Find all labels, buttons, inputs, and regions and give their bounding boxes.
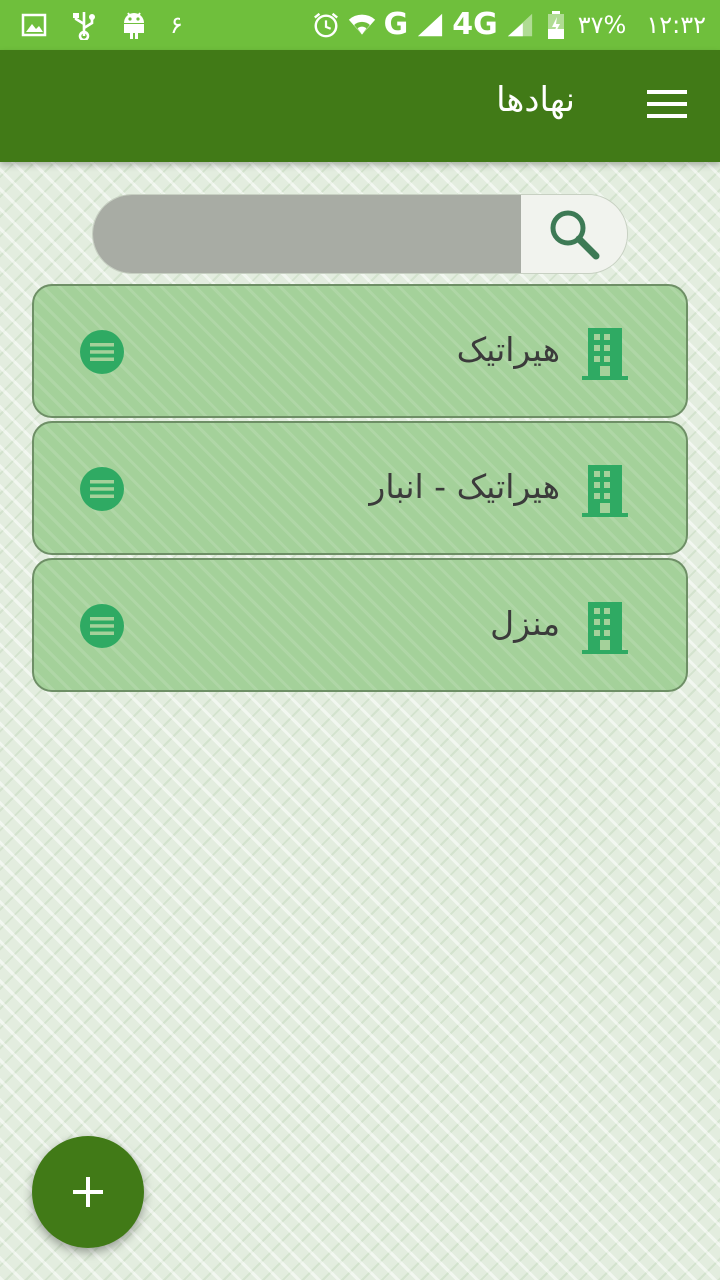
notification-count: ۶ — [170, 11, 183, 39]
building-icon — [582, 465, 628, 517]
search-icon — [550, 210, 600, 260]
wifi-icon — [348, 11, 376, 39]
plus-icon — [73, 1177, 103, 1207]
battery-percent: ۳۷% — [577, 11, 627, 39]
organization-name: هیراتیک — [456, 330, 560, 369]
usb-icon — [70, 11, 98, 40]
building-icon — [582, 602, 628, 654]
status-left-group: ۶ — [20, 0, 183, 50]
list-menu-icon — [90, 343, 114, 361]
search-button[interactable] — [521, 195, 627, 273]
organization-list: هیراتیک هیراتیک - انبار منزل — [32, 284, 688, 695]
network-type-4g: 4G — [452, 7, 498, 42]
alarm-icon — [312, 11, 340, 39]
hamburger-menu-icon — [647, 90, 687, 118]
list-menu-icon — [90, 480, 114, 498]
organization-name: هیراتیک - انبار — [369, 467, 560, 506]
list-item[interactable]: منزل — [32, 558, 688, 692]
clock: ۱۲:۳۲ — [646, 11, 706, 39]
add-organization-button[interactable] — [32, 1136, 144, 1248]
list-menu-icon — [90, 617, 114, 635]
gallery-notification-icon — [20, 11, 48, 39]
signal-icon — [416, 11, 444, 39]
list-item[interactable]: هیراتیک — [32, 284, 688, 418]
organization-name: منزل — [490, 604, 560, 643]
network-type-g: G — [383, 7, 409, 42]
status-bar: ۶ G 4G ۳۷% ۱۲:۳۲ — [0, 0, 720, 50]
page-title: نهادها — [496, 80, 575, 120]
android-icon — [120, 11, 148, 39]
app-bar: نهادها — [0, 50, 720, 162]
list-item[interactable]: هیراتیک - انبار — [32, 421, 688, 555]
signal-icon-secondary — [506, 11, 534, 39]
item-options-button[interactable] — [80, 467, 124, 511]
item-options-button[interactable] — [80, 604, 124, 648]
search-input[interactable] — [93, 195, 521, 273]
building-icon — [582, 328, 628, 380]
hamburger-menu-button[interactable] — [644, 84, 690, 124]
item-options-button[interactable] — [80, 330, 124, 374]
status-right-group: G 4G ۳۷% ۱۲:۳۲ — [312, 0, 706, 50]
search-bar — [92, 194, 628, 274]
battery-icon — [542, 11, 570, 39]
